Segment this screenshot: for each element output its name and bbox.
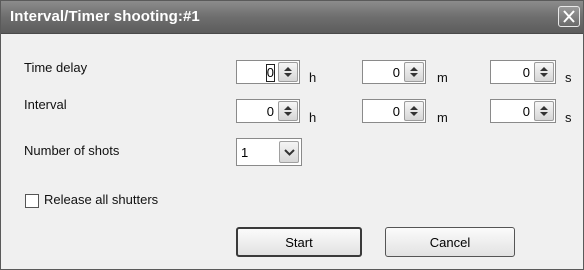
spin-arrows-icon <box>410 106 418 116</box>
minutes-unit: m <box>437 110 448 125</box>
interval-minutes-spinbox[interactable]: 0 <box>362 99 426 123</box>
spin-arrows-icon <box>284 67 292 77</box>
time-delay-minutes-spinbox[interactable]: 0 <box>362 60 426 84</box>
hours-unit: h <box>309 70 317 85</box>
time-delay-seconds-spinbox[interactable]: 0 <box>490 60 556 84</box>
cancel-button[interactable]: Cancel <box>385 227 515 257</box>
dialog-title: Interval/Timer shooting:#1 <box>10 8 200 25</box>
number-of-shots-label: Number of shots <box>24 143 120 158</box>
close-button[interactable] <box>558 6 580 27</box>
interval-label: Interval <box>24 97 67 112</box>
spin-arrows-icon <box>540 67 548 77</box>
interval-seconds-spin-arrows[interactable] <box>534 101 554 121</box>
interval-seconds-value[interactable]: 0 <box>523 104 530 119</box>
seconds-unit: s <box>565 110 572 125</box>
interval-seconds-spinbox[interactable]: 0 <box>490 99 556 123</box>
cancel-button-label: Cancel <box>429 234 471 250</box>
time-delay-hours-spin-arrows[interactable] <box>278 62 298 82</box>
time-delay-seconds-value[interactable]: 0 <box>523 65 530 80</box>
time-delay-hours-value[interactable]: 0 <box>265 64 276 82</box>
number-of-shots-value: 1 <box>241 145 249 160</box>
minutes-unit: m <box>437 70 448 85</box>
start-button-label: Start <box>285 234 313 250</box>
interval-minutes-spin-arrows[interactable] <box>404 101 424 121</box>
release-all-shutters-label[interactable]: Release all shutters <box>44 192 158 207</box>
chevron-down-icon <box>284 149 295 156</box>
time-delay-seconds-spin-arrows[interactable] <box>534 62 554 82</box>
hours-unit: h <box>309 110 317 125</box>
interval-hours-value[interactable]: 0 <box>267 104 274 119</box>
title-bar: Interval/Timer shooting:#1 <box>1 1 583 34</box>
seconds-unit: s <box>565 70 572 85</box>
time-delay-minutes-value[interactable]: 0 <box>393 65 400 80</box>
spin-arrows-icon <box>410 67 418 77</box>
interval-timer-dialog: Interval/Timer shooting:#1 Time delay 0 … <box>0 0 584 270</box>
time-delay-minutes-spin-arrows[interactable] <box>404 62 424 82</box>
spin-arrows-icon <box>540 106 548 116</box>
interval-minutes-value[interactable]: 0 <box>393 104 400 119</box>
close-icon <box>563 10 575 23</box>
number-of-shots-dropdown-button[interactable] <box>279 141 299 163</box>
time-delay-hours-spinbox[interactable]: 0 <box>236 60 300 84</box>
spin-arrows-icon <box>284 106 292 116</box>
release-all-shutters-checkbox[interactable] <box>25 194 39 208</box>
start-button[interactable]: Start <box>236 227 362 257</box>
time-delay-label: Time delay <box>24 60 88 75</box>
interval-hours-spin-arrows[interactable] <box>278 101 298 121</box>
interval-hours-spinbox[interactable]: 0 <box>236 99 300 123</box>
number-of-shots-select[interactable]: 1 <box>236 138 302 166</box>
